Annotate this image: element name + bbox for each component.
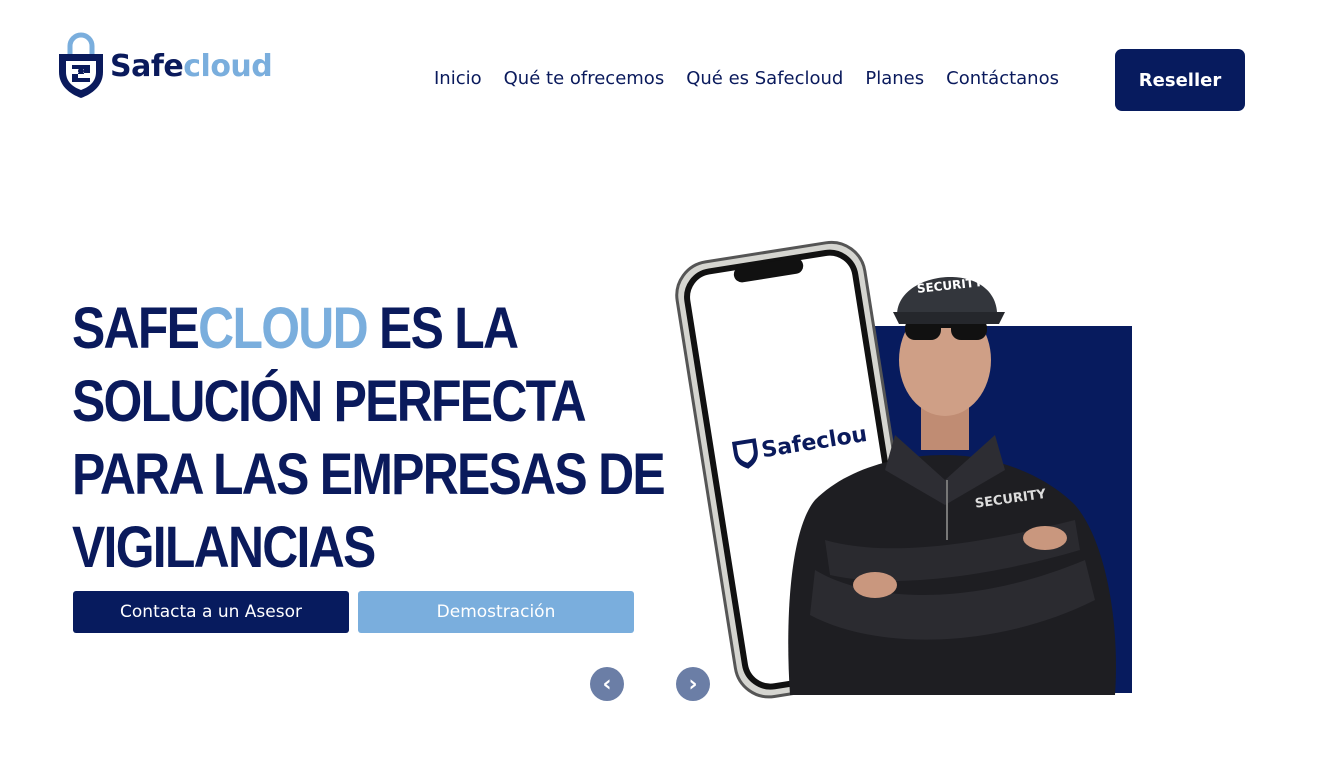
brand-name-cloud: cloud xyxy=(183,48,273,84)
hero-image: Safeclou SECURITY SECURITY xyxy=(675,240,1132,699)
brand-wordmark: Safecloud xyxy=(110,48,273,84)
reseller-button[interactable]: Reseller xyxy=(1115,49,1245,111)
headline-es-la: ES LA xyxy=(366,296,519,361)
nav-item-inicio[interactable]: Inicio xyxy=(434,68,482,89)
demo-button[interactable]: Demostración xyxy=(358,591,634,633)
hero-headline: SAFECLOUD ES LA SOLUCIÓN PERFECTA PARA L… xyxy=(72,292,666,584)
chevron-left-icon: ‹ xyxy=(602,671,612,697)
headline-line-2: SOLUCIÓN PERFECTA xyxy=(72,369,587,434)
brand-name-safe: Safe xyxy=(110,48,184,84)
headline-line-4: VIGILANCIAS xyxy=(72,515,376,580)
carousel-prev-button[interactable]: ‹ xyxy=(590,667,624,701)
headline-line-3: PARA LAS EMPRESAS DE xyxy=(72,442,666,507)
nav-item-contactanos[interactable]: Contáctanos xyxy=(946,68,1059,89)
headline-cloud: CLOUD xyxy=(198,296,368,361)
headline-line-1: SAFECLOUD ES LA xyxy=(72,292,579,365)
nav-item-que-es-safecloud[interactable]: Qué es Safecloud xyxy=(686,68,843,89)
nav-item-que-te-ofrecemos[interactable]: Qué te ofrecemos xyxy=(504,68,665,89)
headline-safe: SAFE xyxy=(72,296,200,361)
padlock-shield-icon xyxy=(59,32,103,98)
contact-advisor-button[interactable]: Contacta a un Asesor xyxy=(73,591,349,633)
nav-item-planes[interactable]: Planes xyxy=(865,68,924,89)
main-nav: Inicio Qué te ofrecemos Qué es Safecloud… xyxy=(434,68,1081,89)
brand-logo[interactable]: Safecloud xyxy=(56,32,273,100)
